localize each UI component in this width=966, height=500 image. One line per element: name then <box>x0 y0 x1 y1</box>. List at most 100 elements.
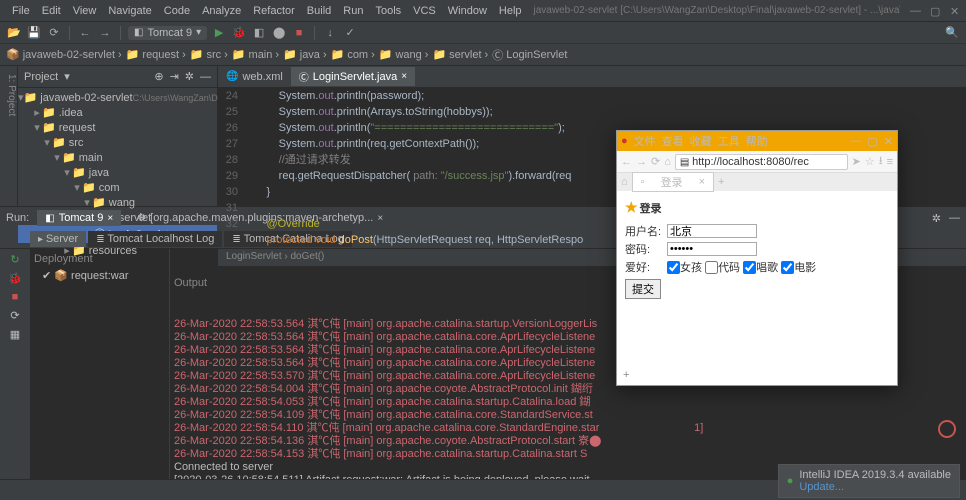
bmenu-icon[interactable]: ≡ <box>887 156 893 168</box>
tab-localhost-log[interactable]: ≣ Tomcat Localhost Log <box>88 231 222 247</box>
bc-wang[interactable]: 📁 wang › <box>379 48 429 61</box>
menu-code[interactable]: Code <box>158 5 196 17</box>
bc-main[interactable]: 📁 main › <box>232 48 279 61</box>
menu-help[interactable]: Help <box>493 5 528 17</box>
run-cfg-tomcat[interactable]: ◧ Tomcat 9 × <box>37 210 121 226</box>
debug-icon[interactable]: 🐞 <box>231 25 247 41</box>
menu-file[interactable]: File <box>6 5 36 17</box>
menu-analyze[interactable]: Analyze <box>196 5 247 17</box>
debug-run-icon[interactable]: 🐞 <box>8 272 22 285</box>
url-bar[interactable]: ▤ http://localhost:8080/rec <box>675 154 848 170</box>
bc-module[interactable]: 📁 request › <box>126 48 186 61</box>
bmin-icon[interactable]: — <box>850 135 861 148</box>
bc-class[interactable]: Ⓒ LoginServlet <box>492 47 567 63</box>
locate-icon[interactable]: ⊕ <box>154 70 163 83</box>
tree-item[interactable]: ▾ 📁 com <box>18 180 217 195</box>
stop-run-icon[interactable]: ■ <box>12 291 19 303</box>
menu-window[interactable]: Window <box>442 5 493 17</box>
minimize-icon[interactable]: — <box>904 5 916 17</box>
log-line: 26-Mar-2020 22:58:54.110 淇℃伅 [main] org.… <box>174 422 962 435</box>
cb-sing[interactable] <box>743 261 756 274</box>
bmenu-help[interactable]: 帮助 <box>746 133 768 149</box>
open-icon[interactable]: 📂 <box>6 25 22 41</box>
cb-girl[interactable] <box>667 261 680 274</box>
menu-tools[interactable]: Tools <box>369 5 407 17</box>
bhome-tab-icon[interactable]: ⌂ <box>617 176 632 188</box>
maximize-icon[interactable]: ▢ <box>924 5 936 17</box>
bmenu-view[interactable]: 查看 <box>662 133 684 149</box>
tree-item[interactable]: ▸ 📁 .idea <box>18 105 217 120</box>
bc-root[interactable]: 📦 javaweb-02-servlet › <box>6 48 122 61</box>
update-link[interactable]: Update... <box>799 481 844 493</box>
bmenu-tools[interactable]: 工具 <box>718 133 740 149</box>
vcs-update-icon[interactable]: ↓ <box>322 25 338 41</box>
tree-item[interactable]: ▾ 📁 wang <box>18 195 217 210</box>
tab-loginservlet[interactable]: Ⓒ LoginServlet.java × <box>291 67 415 86</box>
new-tab-icon[interactable]: + <box>714 176 728 188</box>
sync-icon[interactable]: ⟳ <box>46 25 62 41</box>
update-icon[interactable]: ⟳ <box>10 309 19 322</box>
update-notification[interactable]: ● IntelliJ IDEA 2019.3.4 available Updat… <box>778 464 960 498</box>
menu-navigate[interactable]: Navigate <box>102 5 157 17</box>
browser-page: ★登录 用户名: 密码: 爱好: 女孩 代码 唱歌 电影 提交 <box>617 191 897 305</box>
close-icon[interactable]: ✕ <box>944 5 956 17</box>
submit-button[interactable]: 提交 <box>625 279 661 299</box>
notif-title: IntelliJ IDEA 2019.3.4 available <box>799 469 951 481</box>
bmenu-fav[interactable]: 收藏 <box>690 133 712 149</box>
bgo-icon[interactable]: ➤ <box>852 155 861 168</box>
tab-server[interactable]: ▸ Server <box>30 231 86 247</box>
run-config-select[interactable]: ◧ Tomcat 9 ▾ <box>128 26 207 40</box>
bback-icon[interactable]: ← <box>621 156 632 168</box>
bhome-icon[interactable]: ⌂ <box>664 156 671 168</box>
profile-icon[interactable]: ⬤ <box>271 25 287 41</box>
bstar-icon[interactable]: ☆ <box>865 155 875 168</box>
bc-java[interactable]: 📁 java › <box>283 48 327 61</box>
bc-src[interactable]: 📁 src › <box>190 48 228 61</box>
add-tab-icon[interactable]: + <box>623 369 629 381</box>
menu-build[interactable]: Build <box>301 5 337 17</box>
pin-indicator-icon[interactable] <box>938 420 956 438</box>
bclose-icon[interactable]: ✕ <box>884 135 893 148</box>
search-icon[interactable]: 🔍 <box>944 25 960 41</box>
menu-view[interactable]: View <box>67 5 103 17</box>
tree-item[interactable]: ▾ 📁 request <box>18 120 217 135</box>
bdl-icon[interactable]: ⭳ <box>879 152 883 171</box>
menu-edit[interactable]: Edit <box>36 5 67 17</box>
tree-item[interactable]: ▾ 📁 src <box>18 135 217 150</box>
artifact-name[interactable]: request:war <box>71 270 128 282</box>
menu-run[interactable]: Run <box>337 5 369 17</box>
coverage-icon[interactable]: ◧ <box>251 25 267 41</box>
left-tool-tabs[interactable]: 1: Project <box>0 66 18 206</box>
rerun-icon[interactable]: ↻ <box>10 253 19 266</box>
tab-webxml[interactable]: 🌐 web.xml <box>218 69 291 85</box>
browser-titlebar[interactable]: ● 文件 查看 收藏 工具 帮助 — ▢ ✕ <box>617 131 897 151</box>
save-icon[interactable]: 💾 <box>26 25 42 41</box>
cb-movie[interactable] <box>781 261 794 274</box>
bmax-icon[interactable]: ▢ <box>867 135 877 148</box>
settings-icon[interactable]: ✲ <box>185 70 194 83</box>
stop-icon[interactable]: ■ <box>291 25 307 41</box>
menu-refactor[interactable]: Refactor <box>247 5 301 17</box>
breload-icon[interactable]: ⟳ <box>651 155 660 168</box>
bc-com[interactable]: 📁 com › <box>331 48 375 61</box>
breadcrumb: 📦 javaweb-02-servlet › 📁 request › 📁 src… <box>0 44 966 66</box>
forward-icon[interactable]: → <box>97 25 113 41</box>
layout-icon[interactable]: ▦ <box>10 328 20 341</box>
bmenu-file[interactable]: 文件 <box>634 133 656 149</box>
browser-tab[interactable]: ▫ 登录× <box>632 172 714 192</box>
tree-item[interactable]: ▾ 📁 main <box>18 150 217 165</box>
run-toolbar: ↻ 🐞 ■ ⟳ ▦ <box>0 249 30 479</box>
cb-code[interactable] <box>705 261 718 274</box>
hide-icon[interactable]: — <box>200 71 211 83</box>
bfwd-icon[interactable]: → <box>636 156 647 168</box>
tree-item[interactable]: ▾ 📁 javaweb-02-servlet C:\Users\WangZan\… <box>18 90 217 105</box>
collapse-icon[interactable]: ⇥ <box>170 70 179 83</box>
menu-vcs[interactable]: VCS <box>407 5 442 17</box>
password-input[interactable] <box>667 242 757 256</box>
vcs-commit-icon[interactable]: ✓ <box>342 25 358 41</box>
tree-item[interactable]: ▾ 📁 java <box>18 165 217 180</box>
username-input[interactable] <box>667 224 757 238</box>
bc-servlet[interactable]: 📁 servlet › <box>432 48 488 61</box>
back-icon[interactable]: ← <box>77 25 93 41</box>
run-icon[interactable]: ▶ <box>211 25 227 41</box>
